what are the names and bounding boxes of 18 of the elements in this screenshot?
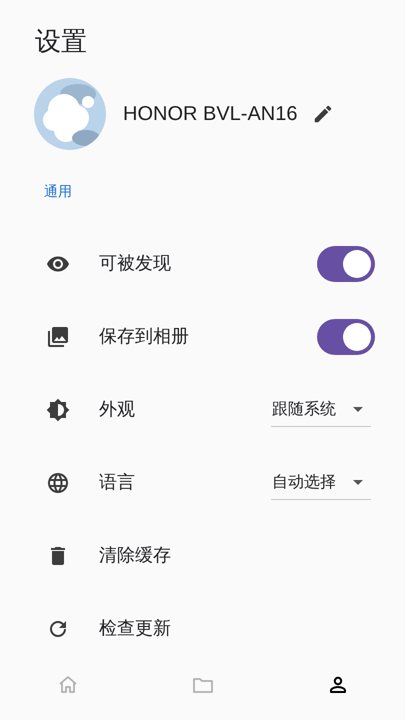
device-name: HONOR BVL-AN16 <box>123 102 298 127</box>
setting-label: 检查更新 <box>99 617 172 641</box>
setting-label: 保存到相册 <box>99 325 190 349</box>
section-header: 通用 <box>44 183 72 202</box>
globe-icon <box>46 470 70 494</box>
dropdown[interactable]: 自动选择 <box>271 466 371 500</box>
page-title: 设置 <box>35 26 87 59</box>
toggle-switch[interactable] <box>317 246 375 282</box>
setting-label: 可被发现 <box>99 252 172 276</box>
toggle-switch[interactable] <box>317 318 375 354</box>
setting-label: 语言 <box>99 471 136 495</box>
brightness-icon <box>46 398 70 422</box>
dropdown[interactable]: 跟随系统 <box>271 392 371 426</box>
caret-icon <box>353 480 363 484</box>
setting-label: 清除缓存 <box>99 544 172 568</box>
photo-library-icon <box>46 324 70 348</box>
setting-label: 外观 <box>99 398 136 422</box>
caret-icon <box>353 406 363 412</box>
